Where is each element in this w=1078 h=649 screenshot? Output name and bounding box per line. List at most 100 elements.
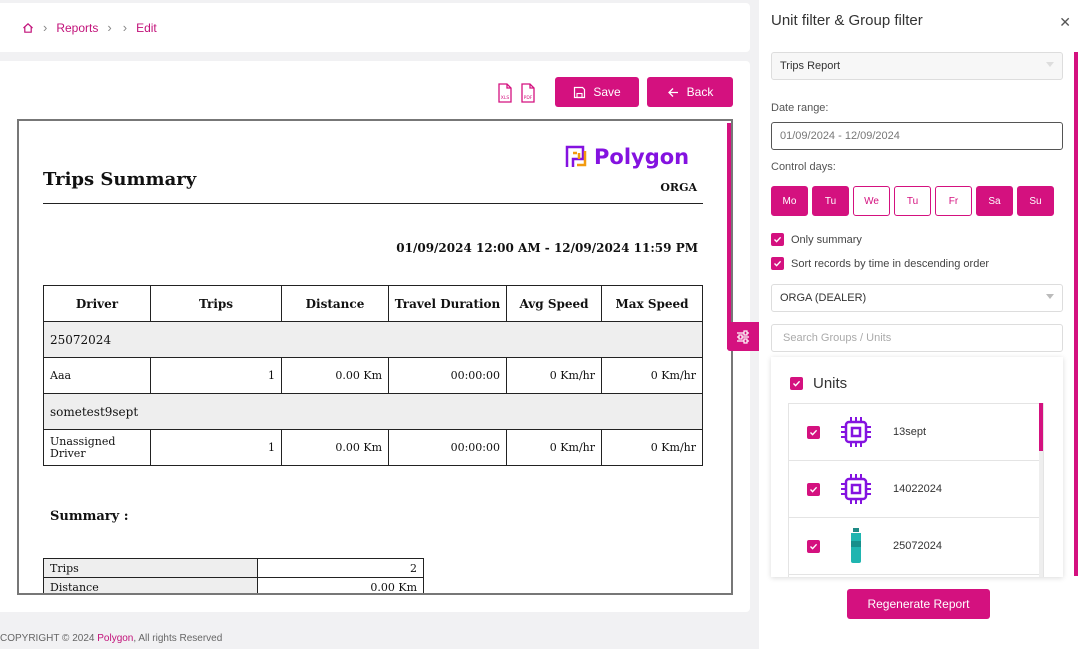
xls-export-icon[interactable]: XLS bbox=[497, 83, 513, 103]
divider bbox=[43, 203, 703, 204]
day-toggle-mo[interactable]: Mo bbox=[771, 186, 808, 216]
copyright-text: COPYRIGHT © 2024 bbox=[0, 633, 95, 644]
cell-trips: 1 bbox=[150, 429, 282, 466]
date-range-input[interactable]: 01/09/2024 - 12/09/2024 bbox=[771, 122, 1063, 150]
dealer-value: ORGA (DEALER) bbox=[780, 292, 867, 304]
cell-avg-speed: 0 Km/hr bbox=[506, 357, 602, 394]
checkmark-icon[interactable] bbox=[807, 425, 820, 439]
back-button[interactable]: Back bbox=[647, 77, 733, 107]
table-row: Aaa 1 0.00 Km 00:00:00 0 Km/hr 0 Km/hr bbox=[43, 357, 703, 394]
report-scrollbar[interactable] bbox=[727, 123, 731, 349]
polygon-logo-icon bbox=[565, 145, 587, 167]
units-label: Units bbox=[813, 375, 848, 392]
back-label: Back bbox=[686, 85, 714, 99]
sort-desc-checkbox[interactable]: Sort records by time in descending order bbox=[771, 257, 989, 270]
regenerate-report-button[interactable]: Regenerate Report bbox=[847, 589, 990, 619]
units-scrollbar-track[interactable] bbox=[1039, 451, 1043, 577]
company-name: ORGA bbox=[660, 181, 697, 194]
search-input[interactable]: Search Groups / Units bbox=[771, 324, 1063, 352]
cell-duration: 00:00:00 bbox=[388, 429, 507, 466]
report-date-range: 01/09/2024 12:00 AM - 12/09/2024 11:59 P… bbox=[396, 241, 698, 255]
cell-driver: Aaa bbox=[43, 357, 151, 394]
save-button[interactable]: Save bbox=[555, 77, 639, 107]
sort-desc-label: Sort records by time in descending order bbox=[791, 257, 990, 270]
cell-distance: 0.00 Km bbox=[281, 429, 389, 466]
close-icon[interactable]: ✕ bbox=[1059, 14, 1071, 31]
checkmark-icon[interactable] bbox=[807, 539, 820, 553]
cell-avg-speed: 0 Km/hr bbox=[506, 429, 602, 466]
units-group-header[interactable]: Units bbox=[790, 375, 847, 392]
group-row: sometest9sept bbox=[43, 393, 703, 430]
report-type-select[interactable]: Trips Report bbox=[771, 52, 1063, 80]
rights-text: , All rights Reserved bbox=[133, 633, 223, 644]
bottle-icon bbox=[836, 526, 876, 566]
chip-icon bbox=[836, 412, 876, 452]
unit-name: 25072024 bbox=[893, 540, 942, 552]
save-label: Save bbox=[593, 85, 621, 99]
filter-panel: Unit filter & Group filter ✕ Trips Repor… bbox=[759, 0, 1078, 649]
report-container: XLS PDF Save Back Trips Summary Polygon … bbox=[0, 61, 750, 612]
chevron-right-icon: › bbox=[107, 20, 112, 35]
svg-text:PDF: PDF bbox=[524, 95, 533, 101]
chevron-right-icon: › bbox=[43, 20, 48, 35]
date-range-label: Date range: bbox=[771, 102, 829, 114]
logo-text: Polygon bbox=[594, 145, 690, 169]
group-row: 25072024 bbox=[43, 321, 703, 358]
day-toggle-su[interactable]: Su bbox=[1017, 186, 1054, 216]
group-name: sometest9sept bbox=[43, 393, 703, 430]
chevron-down-icon bbox=[1046, 294, 1054, 299]
list-item[interactable]: 25072024 bbox=[789, 518, 1043, 575]
summary-label: Distance bbox=[43, 577, 258, 593]
summary-row: Trips 2 bbox=[43, 558, 424, 578]
sliders-icon bbox=[737, 329, 749, 344]
cell-trips: 1 bbox=[150, 357, 282, 394]
report-type-value: Trips Report bbox=[780, 60, 841, 72]
day-toggle-we[interactable]: We bbox=[853, 186, 890, 216]
cell-max-speed: 0 Km/hr bbox=[601, 429, 703, 466]
list-item[interactable]: 14022024 bbox=[789, 461, 1043, 518]
footer: COPYRIGHT © 2024 Polygon, All rights Res… bbox=[0, 633, 222, 644]
day-toggle-sa[interactable]: Sa bbox=[976, 186, 1013, 216]
footer-brand-link[interactable]: Polygon bbox=[97, 633, 133, 644]
only-summary-checkbox[interactable]: Only summary bbox=[771, 233, 862, 246]
column-header: Distance bbox=[281, 285, 389, 322]
checkmark-icon[interactable] bbox=[807, 482, 820, 496]
filter-toggle-button[interactable] bbox=[727, 322, 759, 351]
group-name: 25072024 bbox=[43, 321, 703, 358]
day-toggle-th[interactable]: Tu bbox=[894, 186, 931, 216]
column-header: Max Speed bbox=[601, 285, 703, 322]
column-header: Trips bbox=[150, 285, 282, 322]
home-icon[interactable] bbox=[22, 22, 34, 34]
checkmark-icon bbox=[771, 257, 784, 270]
breadcrumb-reports[interactable]: Reports bbox=[56, 21, 98, 35]
only-summary-label: Only summary bbox=[791, 233, 862, 246]
pdf-export-icon[interactable]: PDF bbox=[520, 83, 536, 103]
column-header: Avg Speed bbox=[506, 285, 602, 322]
panel-title: Unit filter & Group filter bbox=[771, 12, 923, 29]
breadcrumb-edit[interactable]: Edit bbox=[136, 21, 157, 35]
panel-scrollbar[interactable] bbox=[1074, 52, 1078, 576]
svg-text:XLS: XLS bbox=[501, 95, 510, 101]
units-scrollbar-thumb[interactable] bbox=[1039, 403, 1043, 451]
report-title: Trips Summary bbox=[43, 169, 197, 190]
dealer-select[interactable]: ORGA (DEALER) bbox=[771, 284, 1063, 312]
arrow-left-icon bbox=[667, 87, 678, 97]
day-toggle-fr[interactable]: Fr bbox=[935, 186, 972, 216]
units-list: 13sept 14022024 25072024 bbox=[788, 403, 1044, 577]
cell-duration: 00:00:00 bbox=[388, 357, 507, 394]
control-days-label: Control days: bbox=[771, 161, 836, 173]
chevron-down-icon bbox=[1046, 62, 1054, 67]
report-preview[interactable]: Trips Summary Polygon ORGA 01/09/2024 12… bbox=[17, 119, 733, 595]
summary-table: Trips 2 Distance 0.00 Km bbox=[43, 558, 424, 593]
checkmark-icon[interactable] bbox=[790, 377, 803, 390]
column-header: Travel Duration bbox=[388, 285, 507, 322]
summary-value: 2 bbox=[257, 558, 424, 578]
date-range-value: 01/09/2024 - 12/09/2024 bbox=[780, 130, 900, 142]
day-toggle-tu[interactable]: Tu bbox=[812, 186, 849, 216]
chevron-right-icon: › bbox=[122, 20, 128, 35]
polygon-logo: Polygon bbox=[565, 145, 689, 169]
list-item[interactable]: 13sept bbox=[789, 404, 1043, 461]
cell-driver: Unassigned Driver bbox=[43, 429, 151, 466]
units-tree: Units 13sept 14022024 25072024 bbox=[771, 357, 1063, 577]
control-days: Mo Tu We Tu Fr Sa Su bbox=[771, 186, 1054, 216]
